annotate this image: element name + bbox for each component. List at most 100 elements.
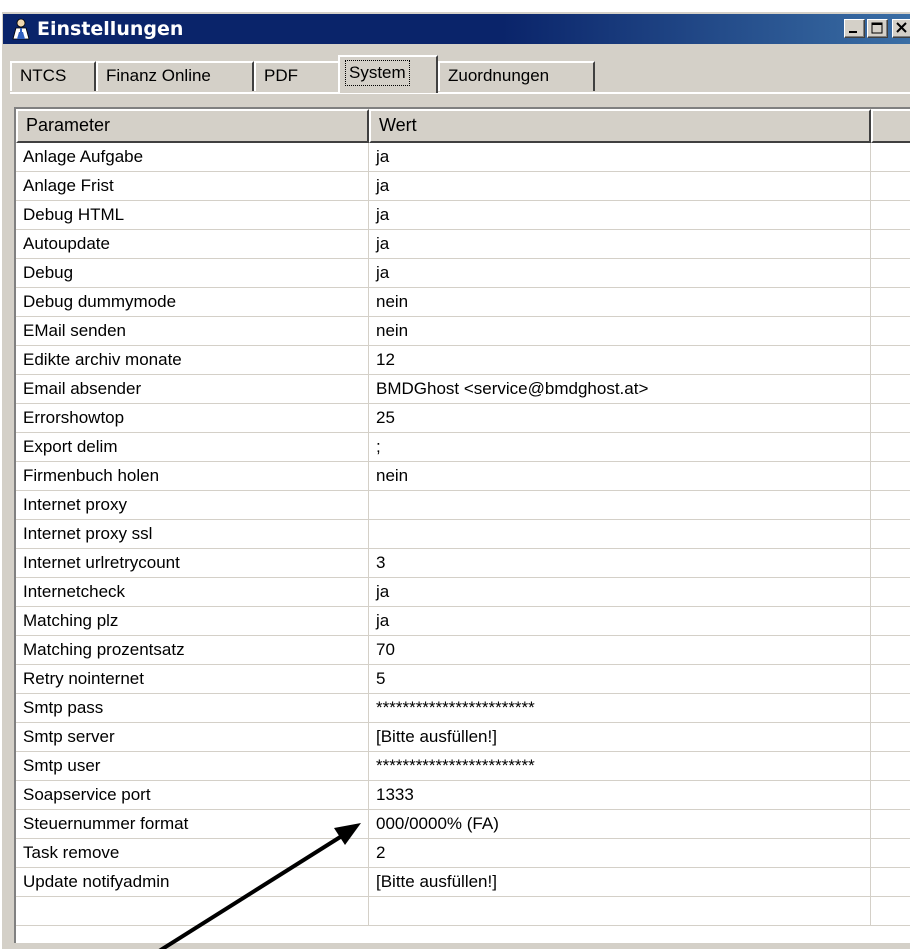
table-row[interactable] bbox=[16, 897, 910, 926]
filler-cell bbox=[871, 491, 910, 520]
value-cell[interactable]: ************************ bbox=[369, 752, 871, 781]
filler-cell bbox=[871, 549, 910, 578]
value-cell[interactable]: 12 bbox=[369, 346, 871, 375]
parameter-cell: Update notifyadmin bbox=[16, 868, 369, 897]
tab-pdf[interactable]: PDF bbox=[254, 61, 338, 91]
value-cell[interactable]: ja bbox=[369, 259, 871, 288]
value-cell[interactable] bbox=[369, 491, 871, 520]
filler-cell bbox=[871, 172, 910, 201]
table-row[interactable]: Retry nointernet 5 bbox=[16, 665, 910, 694]
value-cell[interactable]: ja bbox=[369, 578, 871, 607]
title-bar[interactable]: Einstellungen bbox=[3, 14, 910, 44]
value-cell[interactable]: 5 bbox=[369, 665, 871, 694]
table-row[interactable]: Debug HTML ja bbox=[16, 201, 910, 230]
value-cell[interactable]: 25 bbox=[369, 404, 871, 433]
filler-cell bbox=[871, 752, 910, 781]
value-cell[interactable]: nein bbox=[369, 317, 871, 346]
value-cell[interactable] bbox=[369, 520, 871, 549]
table-row[interactable]: Steuernummer format 000/0000% (FA) bbox=[16, 810, 910, 839]
filler-cell bbox=[871, 404, 910, 433]
value-cell[interactable]: ja bbox=[369, 607, 871, 636]
parameter-cell: Anlage Frist bbox=[16, 172, 369, 201]
value-cell[interactable]: BMDGhost <service@bmdghost.at> bbox=[369, 375, 871, 404]
user-admin-icon bbox=[12, 18, 30, 40]
parameter-cell: Firmenbuch holen bbox=[16, 462, 369, 491]
tab-finanz-online[interactable]: Finanz Online bbox=[96, 61, 254, 91]
filler-cell bbox=[871, 781, 910, 810]
table-row[interactable]: Soapservice port 1333 bbox=[16, 781, 910, 810]
table-row[interactable]: Edikte archiv monate 12 bbox=[16, 346, 910, 375]
value-cell[interactable]: 1333 bbox=[369, 781, 871, 810]
filler-cell bbox=[871, 897, 910, 926]
tab-ntcs[interactable]: NTCS bbox=[10, 61, 96, 91]
table-row[interactable]: Internetcheck ja bbox=[16, 578, 910, 607]
table-row[interactable]: Smtp server [Bitte ausfüllen!] bbox=[16, 723, 910, 752]
filler-cell bbox=[871, 201, 910, 230]
value-cell[interactable]: nein bbox=[369, 288, 871, 317]
value-cell[interactable]: 000/0000% (FA) bbox=[369, 810, 871, 839]
table-row[interactable]: Anlage Frist ja bbox=[16, 172, 910, 201]
filler-cell bbox=[871, 375, 910, 404]
value-cell[interactable]: ************************ bbox=[369, 694, 871, 723]
value-cell[interactable] bbox=[369, 897, 871, 926]
table-row[interactable]: EMail senden nein bbox=[16, 317, 910, 346]
table-row[interactable]: Task remove 2 bbox=[16, 839, 910, 868]
value-cell[interactable]: 3 bbox=[369, 549, 871, 578]
table-row[interactable]: Export delim; bbox=[16, 433, 910, 462]
table-row[interactable]: Internet proxy bbox=[16, 491, 910, 520]
parameter-cell: Debug dummymode bbox=[16, 288, 369, 317]
table-row[interactable]: Internet urlretrycount 3 bbox=[16, 549, 910, 578]
value-cell[interactable]: ja bbox=[369, 201, 871, 230]
value-cell[interactable]: 2 bbox=[369, 839, 871, 868]
filler-cell bbox=[871, 462, 910, 491]
value-cell[interactable]: 70 bbox=[369, 636, 871, 665]
tab-system[interactable]: System bbox=[338, 55, 438, 93]
parameter-cell bbox=[16, 897, 369, 926]
table-row[interactable]: Debug dummymode nein bbox=[16, 288, 910, 317]
filler-cell bbox=[871, 810, 910, 839]
table-row[interactable]: Matching plz ja bbox=[16, 607, 910, 636]
table-body: Anlage Aufgabe ja Anlage Frist ja Debug HTML… bbox=[16, 143, 910, 926]
table-row[interactable]: Email absender BMDGhost <service@bmdghost… bbox=[16, 375, 910, 404]
value-cell[interactable]: ja bbox=[369, 230, 871, 259]
column-header-parameter[interactable]: Parameter bbox=[16, 109, 369, 143]
table-row[interactable]: Anlage Aufgabe ja bbox=[16, 143, 910, 172]
value-cell[interactable]: ja bbox=[369, 172, 871, 201]
filler-cell bbox=[871, 694, 910, 723]
table-row[interactable]: Debug ja bbox=[16, 259, 910, 288]
value-cell[interactable]: ja bbox=[369, 143, 871, 172]
close-icon bbox=[896, 22, 907, 33]
table-row[interactable]: Smtp pass ************************ bbox=[16, 694, 910, 723]
maximize-button[interactable] bbox=[867, 19, 888, 38]
table-row[interactable]: Autoupdate ja bbox=[16, 230, 910, 259]
table-row[interactable]: Update notifyadmin [Bitte ausfüllen!] bbox=[16, 868, 910, 897]
filler-cell bbox=[871, 317, 910, 346]
minimize-button[interactable] bbox=[844, 19, 865, 38]
value-cell[interactable]: [Bitte ausfüllen!] bbox=[369, 723, 871, 752]
parameter-cell: Matching plz bbox=[16, 607, 369, 636]
table-row[interactable]: Matching prozentsatz 70 bbox=[16, 636, 910, 665]
filler-cell bbox=[871, 723, 910, 752]
table-row[interactable]: Smtp user ************************ bbox=[16, 752, 910, 781]
column-header-empty bbox=[871, 109, 910, 143]
parameter-cell: Smtp pass bbox=[16, 694, 369, 723]
value-cell[interactable]: [Bitte ausfüllen!] bbox=[369, 868, 871, 897]
filler-cell bbox=[871, 868, 910, 897]
parameter-cell: Matching prozentsatz bbox=[16, 636, 369, 665]
settings-table[interactable]: Parameter Wert Anlage Aufgabe ja Anlage Fr… bbox=[14, 107, 910, 943]
table-row[interactable]: Errorshowtop 25 bbox=[16, 404, 910, 433]
value-cell[interactable]: nein bbox=[369, 462, 871, 491]
parameter-cell: EMail senden bbox=[16, 317, 369, 346]
parameter-cell: Errorshowtop bbox=[16, 404, 369, 433]
parameter-cell: Steuernummer format bbox=[16, 810, 369, 839]
table-row[interactable]: Internet proxy ssl bbox=[16, 520, 910, 549]
column-header-wert[interactable]: Wert bbox=[369, 109, 871, 143]
tab-zuordnungen[interactable]: Zuordnungen bbox=[438, 61, 595, 91]
table-row[interactable]: Firmenbuch holen nein bbox=[16, 462, 910, 491]
parameter-cell: Retry nointernet bbox=[16, 665, 369, 694]
parameter-cell: Task remove bbox=[16, 839, 369, 868]
close-button[interactable] bbox=[892, 19, 910, 38]
parameter-cell: Soapservice port bbox=[16, 781, 369, 810]
value-cell[interactable]: ; bbox=[369, 433, 871, 462]
parameter-cell: Debug HTML bbox=[16, 201, 369, 230]
